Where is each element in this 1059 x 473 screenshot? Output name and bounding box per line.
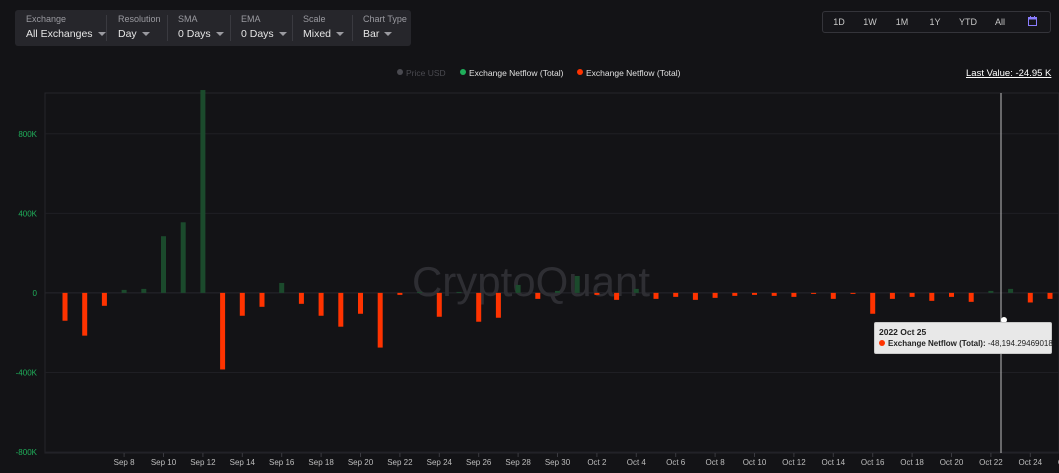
bar[interactable]	[397, 292, 403, 295]
bar[interactable]	[889, 292, 895, 299]
bar[interactable]	[82, 292, 88, 336]
bar[interactable]	[673, 292, 679, 297]
bar[interactable]	[1027, 292, 1033, 303]
bar[interactable]	[338, 292, 344, 327]
bar[interactable]	[870, 292, 876, 314]
x-tick-label: Oct 14	[822, 458, 846, 467]
x-tick-label: Sep 16	[269, 458, 295, 467]
bar[interactable]	[929, 292, 935, 301]
x-tick-label: Oct 12	[782, 458, 806, 467]
bar[interactable]	[771, 292, 777, 296]
x-tick-label: Sep 26	[466, 458, 492, 467]
bar[interactable]	[535, 292, 541, 299]
x-tick-label: Oct 8	[706, 458, 726, 467]
x-tick-label: Sep 20	[348, 458, 374, 467]
bar[interactable]	[476, 292, 482, 322]
bar[interactable]	[633, 288, 639, 293]
x-tick-label: Oct 18	[900, 458, 924, 467]
x-tick-label: Oct 10	[743, 458, 767, 467]
series-dot-icon	[879, 340, 885, 346]
bar[interactable]	[752, 292, 757, 295]
x-tick-label: Oct 2	[587, 458, 607, 467]
y-tick-label: 400K	[18, 209, 37, 218]
y-tick-label: -400K	[16, 368, 38, 377]
bar[interactable]	[653, 292, 659, 299]
x-tick-label: Oct 6	[666, 458, 686, 467]
x-tick-label: Sep 30	[545, 458, 571, 467]
tooltip-date: 2022 Oct 25	[879, 327, 927, 337]
bar[interactable]	[594, 292, 600, 295]
x-tick-label: Sep 18	[308, 458, 334, 467]
bar[interactable]	[692, 292, 698, 300]
bar[interactable]	[791, 292, 797, 297]
x-tick-label: Oct 20	[940, 458, 964, 467]
bar[interactable]	[614, 292, 620, 300]
bar[interactable]	[968, 292, 974, 302]
bar[interactable]	[358, 292, 363, 314]
bar[interactable]	[830, 292, 836, 299]
x-tick-label: Sep 22	[387, 458, 413, 467]
bar[interactable]	[1008, 288, 1014, 293]
x-tick-label: Oct 4	[627, 458, 647, 467]
x-tick-label: Sep 8	[114, 458, 135, 467]
bar[interactable]	[732, 292, 738, 296]
bar[interactable]	[988, 290, 994, 293]
bar[interactable]	[298, 292, 304, 304]
bar[interactable]	[555, 290, 560, 293]
x-tick-label: Sep 12	[190, 458, 216, 467]
tooltip: 2022 Oct 25 Exchange Netflow (Total): -4…	[874, 322, 1053, 354]
x-tick-label: Sep 14	[230, 458, 256, 467]
bar[interactable]	[101, 292, 107, 306]
y-tick-label: -800K	[16, 448, 38, 457]
bar[interactable]	[259, 292, 265, 307]
bar[interactable]	[811, 292, 817, 294]
tooltip-label: Exchange Netflow (Total):	[888, 339, 986, 348]
bar[interactable]	[949, 292, 954, 297]
bar[interactable]	[377, 292, 383, 348]
bar[interactable]	[121, 289, 127, 293]
bar[interactable]	[574, 275, 580, 293]
netflow-chart[interactable]: CryptoQuant 800K400K0-400K-800K Sep 8 Sep…	[0, 0, 1059, 473]
bar[interactable]	[1047, 292, 1053, 299]
bar[interactable]	[850, 292, 856, 294]
y-axis: 800K 400K 0 -400K -800K	[16, 130, 38, 457]
y-tick-label: 800K	[18, 130, 37, 139]
bar[interactable]	[495, 292, 501, 318]
x-tick-label: Sep 24	[427, 458, 453, 467]
y-tick-label: 0	[33, 289, 38, 298]
bar[interactable]	[141, 288, 147, 293]
x-tick-label: Oct 22	[979, 458, 1003, 467]
x-axis: Sep 8 Sep 10 Sep 12 Sep 14 Sep 16 Sep 18 Sep 2…	[114, 453, 1059, 467]
x-tick-label: Oct 16	[861, 458, 885, 467]
x-tick-label: Sep 28	[505, 458, 531, 467]
tooltip-row: Exchange Netflow (Total): -48,194.294690…	[879, 339, 1053, 348]
bar[interactable]	[417, 291, 423, 293]
bar[interactable]	[515, 284, 521, 293]
bar[interactable]	[239, 292, 245, 316]
bar[interactable]	[220, 292, 226, 370]
x-tick-label: Oct 24	[1019, 458, 1043, 467]
x-tick-label: Sep 10	[151, 458, 177, 467]
tooltip-value: -48,194.29469018	[987, 339, 1053, 348]
bar[interactable]	[712, 292, 718, 298]
bar[interactable]	[279, 282, 285, 293]
bar[interactable]	[909, 292, 915, 297]
bar[interactable]	[200, 90, 206, 293]
bar[interactable]	[456, 291, 462, 293]
bar[interactable]	[161, 236, 166, 293]
bar[interactable]	[62, 292, 68, 321]
bar[interactable]	[318, 292, 324, 316]
bar[interactable]	[436, 292, 442, 317]
bar[interactable]	[180, 222, 186, 293]
